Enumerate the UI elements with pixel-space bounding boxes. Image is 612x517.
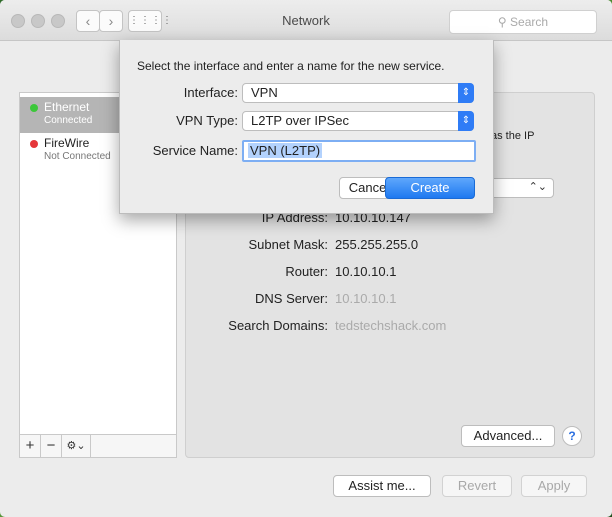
interface-value: VPN: [251, 85, 278, 100]
service-name-label: Service Name:: [152, 143, 238, 158]
vpn-type-label: VPN Type:: [176, 113, 238, 128]
status-dot-red: [30, 140, 38, 148]
gear-icon[interactable]: ⚙⌄: [62, 435, 91, 457]
remove-service-button[interactable]: −: [41, 435, 62, 457]
vpn-type-popup[interactable]: L2TP over IPSec ⇕: [242, 111, 474, 131]
new-service-sheet: Select the interface and enter a name fo…: [119, 40, 494, 214]
service-status: Connected: [44, 115, 93, 126]
detail-label: Router:: [285, 264, 328, 279]
apply-button[interactable]: Apply: [521, 475, 587, 497]
vpn-type-value: L2TP over IPSec: [251, 113, 350, 128]
detail-row-search-domains: Search Domains: tedstechshack.com: [185, 318, 593, 336]
assist-me-button[interactable]: Assist me...: [333, 475, 431, 497]
detail-row-router: Router: 10.10.10.1: [185, 264, 593, 282]
detail-value: 10.10.10.1: [335, 264, 397, 279]
service-name: Ethernet: [44, 100, 90, 114]
help-button[interactable]: ?: [562, 426, 582, 446]
service-name: FireWire: [44, 136, 90, 150]
chevron-updown-icon: ⇕: [458, 83, 474, 103]
interface-label: Interface:: [183, 85, 238, 100]
config-description-text: as the IP: [491, 130, 535, 142]
chevron-updown-icon: ⇕: [458, 111, 474, 131]
service-name-value: VPN (L2TP): [248, 143, 323, 158]
create-button[interactable]: Create: [385, 177, 475, 199]
advanced-button[interactable]: Advanced...: [461, 425, 555, 447]
detail-row-dns-server: DNS Server: 10.10.10.1: [185, 291, 593, 309]
detail-row-subnet-mask: Subnet Mask: 255.255.255.0: [185, 237, 593, 255]
sheet-prompt: Select the interface and enter a name fo…: [137, 59, 445, 73]
detail-value: 10.10.10.1: [335, 291, 397, 306]
detail-value: tedstechshack.com: [335, 318, 447, 333]
detail-label: Subnet Mask:: [248, 237, 329, 252]
detail-label: Search Domains:: [228, 318, 328, 333]
service-list-toolbar: + − ⚙⌄: [19, 434, 177, 458]
chevron-updown-icon: ⌃⌄: [528, 181, 547, 193]
revert-button[interactable]: Revert: [442, 475, 512, 497]
title-bar: ‹ › ⋮⋮⋮⋮ Network ⚲ Search: [0, 0, 612, 41]
service-name-field[interactable]: VPN (L2TP): [242, 140, 476, 162]
add-service-button[interactable]: +: [20, 435, 41, 457]
configure-ipv4-select[interactable]: ⌃⌄: [490, 178, 554, 198]
search-icon: ⚲: [497, 15, 507, 29]
search-placeholder: Search: [510, 15, 549, 29]
network-preferences-window: ‹ › ⋮⋮⋮⋮ Network ⚲ Search Ethernet Conne…: [0, 0, 612, 517]
interface-popup[interactable]: VPN ⇕: [242, 83, 474, 103]
detail-label: DNS Server:: [255, 291, 328, 306]
detail-value: 255.255.255.0: [335, 237, 419, 252]
status-dot-green: [30, 104, 38, 112]
service-status: Not Connected: [44, 151, 111, 162]
search-field[interactable]: ⚲ Search: [449, 10, 597, 34]
